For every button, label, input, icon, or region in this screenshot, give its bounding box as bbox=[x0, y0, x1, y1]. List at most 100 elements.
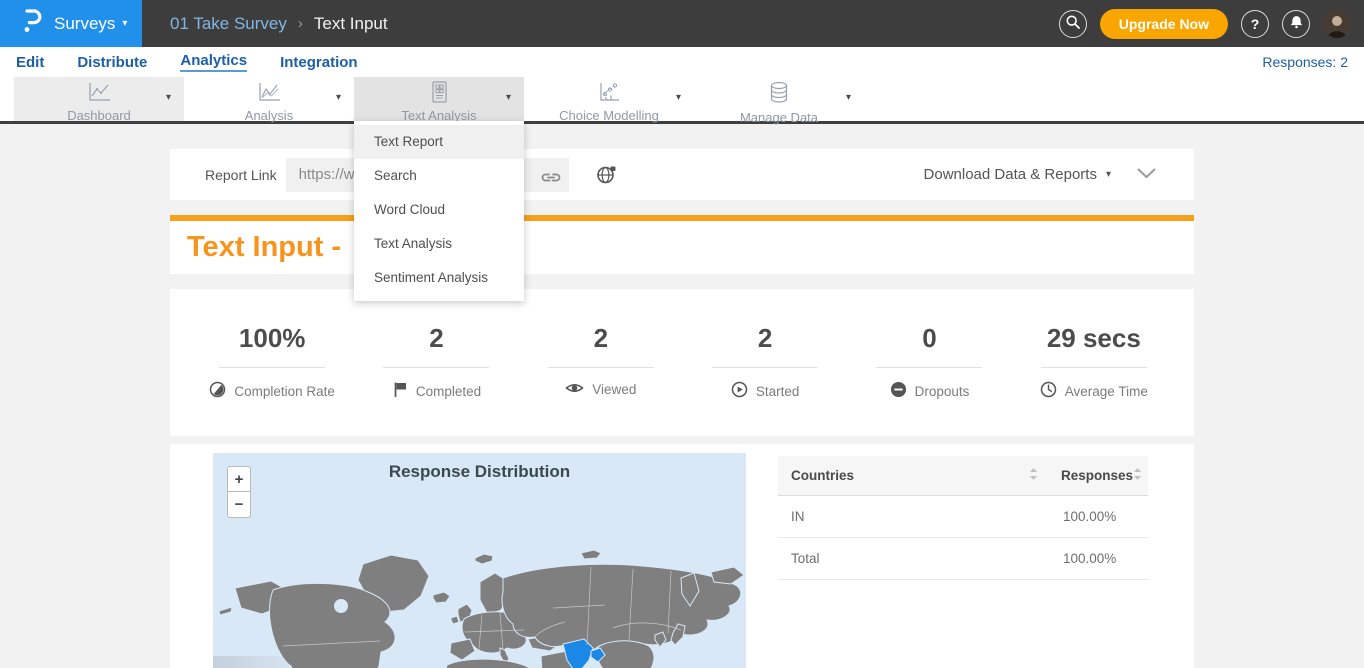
help-button[interactable]: ? bbox=[1241, 10, 1269, 38]
column-label: Countries bbox=[791, 468, 854, 483]
clock-icon bbox=[1040, 381, 1057, 401]
upgrade-now-button[interactable]: Upgrade Now bbox=[1100, 9, 1228, 39]
survey-section-nav: Edit Distribute Analytics Integration Re… bbox=[0, 47, 1364, 77]
divider bbox=[219, 367, 325, 368]
report-link-label: Report Link bbox=[205, 167, 277, 183]
analysis-chart-icon bbox=[256, 81, 282, 108]
stat-completion-rate: 100% Completion Rate bbox=[190, 323, 354, 436]
download-data-reports-dropdown[interactable]: Download Data & Reports ▾ bbox=[924, 166, 1111, 183]
stat-average-time: 29 secs Average Time bbox=[1012, 323, 1176, 436]
breadcrumb-page-name: Text Input bbox=[314, 14, 388, 34]
map-title: Response Distribution bbox=[213, 462, 746, 482]
stat-started: 2 Started bbox=[683, 323, 847, 436]
map-zoom-in-button[interactable]: + bbox=[227, 466, 251, 492]
tab-text-analysis[interactable]: Text Analysis ▾ bbox=[354, 77, 524, 121]
topbar-actions: Upgrade Now ? bbox=[1059, 9, 1364, 39]
table-row: Total 100.00% bbox=[778, 538, 1148, 580]
tab-manage-data[interactable]: Manage Data ▾ bbox=[694, 77, 864, 121]
download-data-reports-label: Download Data & Reports bbox=[924, 166, 1097, 183]
stat-dropouts: 0 Dropouts bbox=[847, 323, 1011, 436]
menu-item-sentiment-analysis[interactable]: Sentiment Analysis bbox=[354, 261, 524, 295]
breadcrumb-separator: › bbox=[298, 15, 303, 32]
country-cell: Total bbox=[778, 551, 1050, 566]
map-attribution-strip bbox=[213, 656, 305, 668]
stat-label: Started bbox=[756, 384, 800, 399]
user-avatar[interactable] bbox=[1323, 10, 1351, 38]
tab-label: Choice Modelling bbox=[559, 108, 659, 123]
menu-item-text-analysis[interactable]: Text Analysis bbox=[354, 227, 524, 261]
tab-dashboard[interactable]: Dashboard ▾ bbox=[14, 77, 184, 121]
tab-label: Manage Data bbox=[740, 110, 818, 125]
chevron-down-icon: ▾ bbox=[1106, 169, 1111, 180]
column-header-countries[interactable]: Countries bbox=[778, 467, 1048, 484]
stat-label: Dropouts bbox=[915, 384, 970, 399]
bell-icon bbox=[1289, 14, 1304, 33]
column-label: Responses bbox=[1061, 468, 1133, 483]
tab-label: Analysis bbox=[245, 108, 293, 123]
country-cell: IN bbox=[778, 509, 1050, 524]
divider bbox=[712, 367, 818, 368]
tab-choice-modelling[interactable]: Choice Modelling ▾ bbox=[524, 77, 694, 121]
divider bbox=[548, 367, 654, 368]
survey-stats-card: 100% Completion Rate 2 Completed 2 Viewe… bbox=[170, 289, 1194, 436]
menu-item-text-report[interactable]: Text Report bbox=[354, 125, 524, 159]
chevron-down-icon[interactable]: ▾ bbox=[166, 92, 171, 103]
nav-item-analytics[interactable]: Analytics bbox=[180, 52, 247, 72]
text-document-grid-icon bbox=[426, 81, 452, 108]
stat-value: 100% bbox=[190, 323, 354, 354]
tab-label: Dashboard bbox=[67, 108, 131, 123]
world-map-svg bbox=[213, 548, 746, 668]
divider bbox=[383, 367, 489, 368]
stat-value: 2 bbox=[683, 323, 847, 354]
divider bbox=[1041, 367, 1147, 368]
questionpro-logo-icon bbox=[20, 7, 44, 40]
database-icon bbox=[766, 81, 792, 110]
stat-label: Completion Rate bbox=[234, 384, 335, 399]
collapse-panel-chevron-icon[interactable] bbox=[1137, 166, 1156, 184]
chevron-down-icon[interactable]: ▾ bbox=[336, 92, 341, 103]
menu-item-word-cloud[interactable]: Word Cloud bbox=[354, 193, 524, 227]
stat-label: Viewed bbox=[592, 382, 636, 397]
surveys-product-menu[interactable]: Surveys ▾ bbox=[0, 0, 142, 47]
flag-icon bbox=[392, 381, 408, 401]
search-button[interactable] bbox=[1059, 10, 1087, 38]
notifications-button[interactable] bbox=[1282, 10, 1310, 38]
menu-item-search[interactable]: Search bbox=[354, 159, 524, 193]
analytics-tab-bar: Dashboard ▾ Analysis ▾ Text Analysis ▾ C… bbox=[0, 77, 1364, 124]
response-distribution-card: Response Distribution + − bbox=[170, 444, 1194, 668]
globe-lock-icon[interactable] bbox=[596, 165, 617, 185]
map-zoom-controls: + − bbox=[227, 466, 251, 518]
chevron-down-icon[interactable]: ▾ bbox=[846, 92, 851, 103]
column-header-responses[interactable]: Responses bbox=[1048, 467, 1148, 484]
divider bbox=[876, 367, 982, 368]
stat-value: 29 secs bbox=[1012, 323, 1176, 354]
stat-viewed: 2 Viewed bbox=[519, 323, 683, 436]
choice-modelling-chart-icon bbox=[596, 81, 622, 108]
breadcrumb: 01 Take Survey › Text Input bbox=[170, 14, 388, 34]
sort-icon[interactable] bbox=[1029, 467, 1038, 484]
countries-table-header: Countries Responses bbox=[778, 456, 1148, 496]
question-title-card: Text Input - bbox=[170, 221, 1194, 274]
nav-item-integration[interactable]: Integration bbox=[280, 54, 358, 71]
response-distribution-map[interactable]: Response Distribution + − bbox=[213, 453, 746, 668]
product-label: Surveys bbox=[54, 14, 115, 34]
hudson-bay bbox=[334, 599, 348, 613]
stat-label: Completed bbox=[416, 384, 481, 399]
stat-value: 2 bbox=[354, 323, 518, 354]
nav-item-edit[interactable]: Edit bbox=[16, 54, 44, 71]
breadcrumb-survey-name[interactable]: 01 Take Survey bbox=[170, 14, 287, 34]
link-chain-icon[interactable] bbox=[541, 166, 561, 189]
page-title: Text Input - bbox=[170, 231, 341, 264]
stat-value: 2 bbox=[519, 323, 683, 354]
chevron-down-icon: ▾ bbox=[122, 18, 127, 29]
chevron-down-icon[interactable]: ▾ bbox=[676, 92, 681, 103]
tab-analysis[interactable]: Analysis ▾ bbox=[184, 77, 354, 121]
search-icon bbox=[1065, 14, 1081, 33]
report-link-bar: Report Link Download Data & Reports ▾ bbox=[170, 149, 1194, 200]
chevron-down-icon[interactable]: ▾ bbox=[506, 92, 511, 103]
map-zoom-out-button[interactable]: − bbox=[227, 492, 251, 518]
nav-item-distribute[interactable]: Distribute bbox=[77, 54, 147, 71]
stat-label: Average Time bbox=[1065, 384, 1148, 399]
sort-icon[interactable] bbox=[1133, 467, 1142, 484]
top-header-bar: Surveys ▾ 01 Take Survey › Text Input Up… bbox=[0, 0, 1364, 47]
